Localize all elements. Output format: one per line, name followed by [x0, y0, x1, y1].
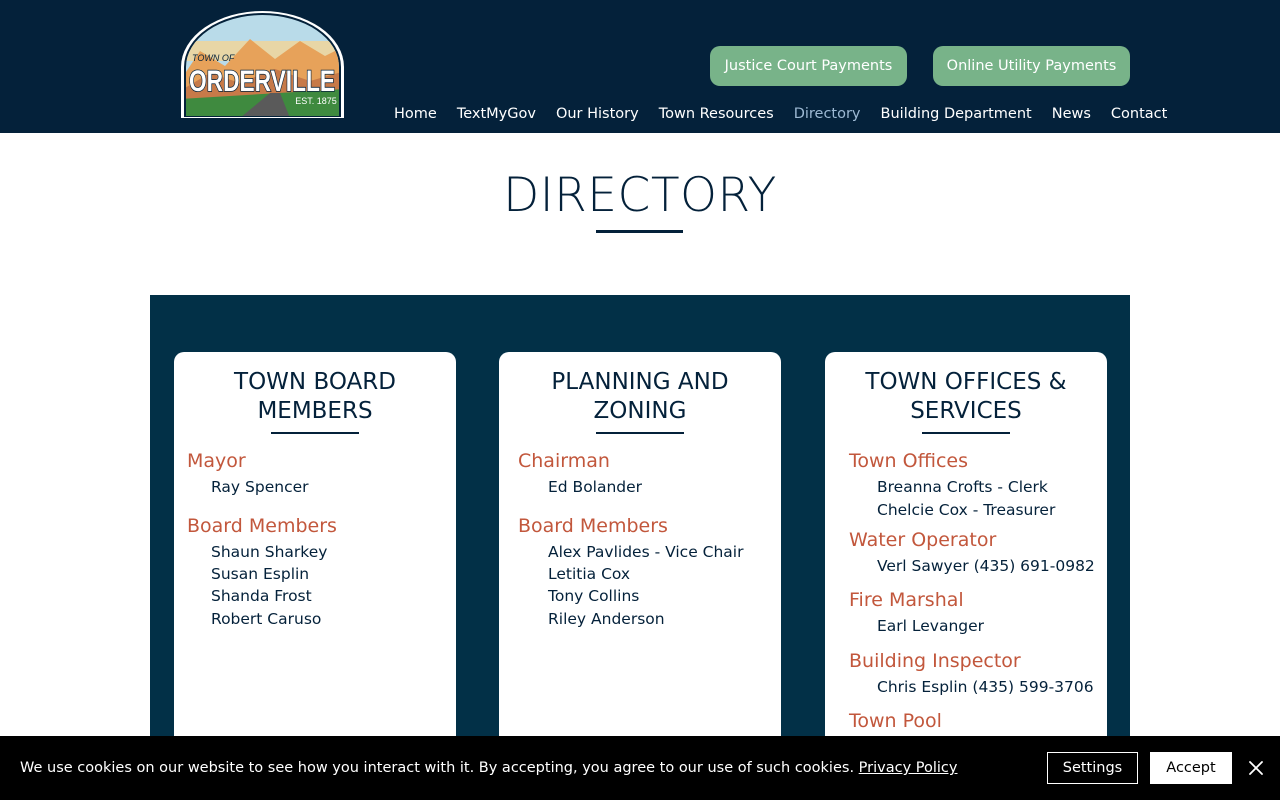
nav-directory[interactable]: Directory — [784, 104, 871, 124]
nav-textmygov[interactable]: TextMyGov — [447, 104, 546, 124]
site-header: TOWN OF ORDERVILLE EST. 1875 Justice Cou… — [0, 0, 1280, 133]
privacy-policy-link[interactable]: Privacy Policy — [859, 760, 958, 776]
role-town-pool: Town Pool — [849, 710, 942, 732]
card-heading: TOWN OFFICES & SERVICES — [825, 368, 1107, 426]
title-underline — [596, 230, 683, 233]
logo-small-text: TOWN OF — [192, 53, 235, 63]
card-heading-line: MEMBERS — [257, 398, 373, 424]
town-board-card: TOWN BOARD MEMBERS Mayor Ray Spencer Boa… — [174, 352, 456, 800]
online-utility-payments-button[interactable]: Online Utility Payments — [933, 46, 1130, 86]
justice-court-payments-button[interactable]: Justice Court Payments — [710, 46, 907, 86]
person-name: Susan Esplin — [211, 565, 310, 583]
person-name: Chris Esplin (435) 599-3706 — [877, 678, 1094, 696]
card-underline — [271, 432, 359, 434]
card-heading-line: PLANNING AND — [551, 369, 729, 395]
main-nav: Home TextMyGov Our History Town Resource… — [384, 104, 1177, 124]
page-title: DIRECTORY — [503, 168, 777, 223]
cookie-accept-button[interactable]: Accept — [1150, 752, 1232, 784]
person-name: Letitia Cox — [548, 565, 631, 583]
town-offices-card: TOWN OFFICES & SERVICES Town Offices Bre… — [825, 352, 1107, 800]
person-name: Earl Levanger — [877, 617, 985, 635]
nav-contact[interactable]: Contact — [1101, 104, 1177, 124]
nav-our-history[interactable]: Our History — [546, 104, 649, 124]
card-underline — [922, 432, 1010, 434]
role-water-operator: Water Operator — [849, 529, 997, 551]
role-board-members: Board Members — [518, 515, 668, 537]
card-heading-line: ZONING — [593, 398, 687, 424]
planning-zoning-card: PLANNING AND ZONING Chairman Ed Bolander… — [499, 352, 781, 800]
cookie-text: We use cookies on our website to see how… — [20, 760, 855, 776]
card-underline — [596, 432, 684, 434]
cookie-settings-button[interactable]: Settings — [1047, 752, 1138, 784]
card-heading: PLANNING AND ZONING — [499, 368, 781, 426]
person-name: Shaun Sharkey — [211, 543, 328, 561]
cookie-message: We use cookies on our website to see how… — [20, 758, 958, 778]
logo-name: ORDERVILLE — [189, 65, 335, 98]
person-name: Verl Sawyer (435) 691-0982 — [877, 557, 1095, 575]
cookie-banner: We use cookies on our website to see how… — [0, 736, 1280, 800]
person-name: Chelcie Cox - Treasurer — [877, 501, 1056, 519]
nav-town-resources[interactable]: Town Resources — [649, 104, 784, 124]
person-name: Ed Bolander — [548, 478, 643, 496]
person-name: Breanna Crofts - Clerk — [877, 478, 1048, 496]
role-town-offices: Town Offices — [849, 450, 968, 472]
card-heading: TOWN BOARD MEMBERS — [174, 368, 456, 426]
logo-est: EST. 1875 — [295, 96, 337, 106]
role-building-inspector: Building Inspector — [849, 650, 1021, 672]
person-name: Alex Pavlides - Vice Chair — [548, 543, 744, 561]
orderville-logo[interactable]: TOWN OF ORDERVILLE EST. 1875 — [180, 11, 345, 118]
nav-news[interactable]: News — [1042, 104, 1101, 124]
person-name: Ray Spencer — [211, 478, 309, 496]
person-name: Tony Collins — [548, 587, 640, 605]
nav-building-department[interactable]: Building Department — [871, 104, 1042, 124]
role-fire-marshal: Fire Marshal — [849, 589, 964, 611]
card-heading-line: TOWN BOARD — [234, 369, 396, 395]
role-mayor: Mayor — [187, 450, 246, 472]
person-name: Shanda Frost — [211, 587, 312, 605]
close-icon[interactable] — [1245, 757, 1267, 779]
card-heading-line: SERVICES — [910, 398, 1022, 424]
person-name: Robert Caruso — [211, 610, 322, 628]
person-name: Riley Anderson — [548, 610, 665, 628]
nav-home[interactable]: Home — [384, 104, 447, 124]
role-chairman: Chairman — [518, 450, 610, 472]
role-board-members: Board Members — [187, 515, 337, 537]
card-heading-line: TOWN OFFICES & — [865, 369, 1067, 395]
